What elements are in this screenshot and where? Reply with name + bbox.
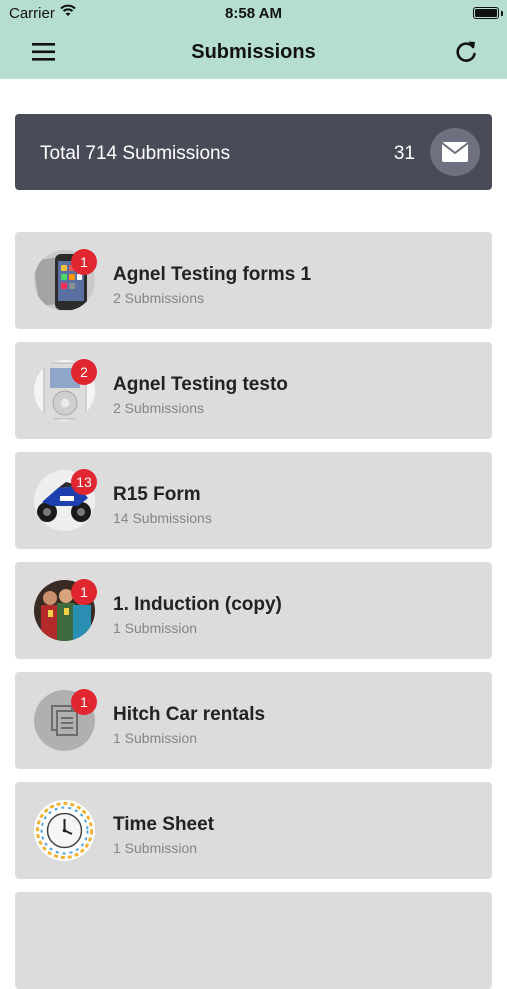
- total-submissions-label: Total 714 Submissions: [40, 143, 231, 164]
- form-title: Agnel Testing testo: [113, 374, 288, 395]
- form-title: Hitch Car rentals: [113, 704, 266, 725]
- app-header: Carrier 8:58 AM Submissions: [0, 0, 507, 79]
- total-submissions-card[interactable]: Total 714 Submissions 31: [15, 114, 492, 190]
- refresh-button[interactable]: [453, 38, 479, 66]
- submission-count: 14 Submissions: [113, 510, 212, 526]
- mail-icon: [442, 142, 468, 162]
- form-list-item[interactable]: 13 R15 Form 14 Submissions: [15, 452, 492, 549]
- battery-tip: [501, 11, 503, 16]
- form-list-item[interactable]: 1 Agnel Testing forms 1 2 Submissions: [15, 232, 492, 329]
- form-list-item[interactable]: 1 Hitch Car rentals 1 Submission: [15, 672, 492, 769]
- submission-count: 1 Submission: [113, 840, 198, 856]
- badge-count: 13: [71, 469, 97, 495]
- form-title: R15 Form: [113, 484, 201, 505]
- mail-button[interactable]: [430, 128, 480, 176]
- form-list-item[interactable]: [15, 892, 492, 989]
- submission-count: 2 Submissions: [113, 400, 205, 416]
- submission-count: 1 Submission: [113, 620, 198, 636]
- form-title: Time Sheet: [113, 814, 215, 835]
- badge-count: 1: [71, 579, 97, 605]
- badge-count: 2: [71, 359, 97, 385]
- page-title: Submissions: [191, 41, 316, 63]
- badge-count: 1: [71, 249, 97, 275]
- submission-count: 1 Submission: [113, 730, 198, 746]
- form-title: 1. Induction (copy): [113, 594, 282, 615]
- status-bar: Carrier 8:58 AM: [0, 0, 507, 28]
- refresh-icon: [456, 41, 476, 62]
- form-list-item[interactable]: 1 1. Induction (copy) 1 Submission: [15, 562, 492, 659]
- unread-count: 31: [393, 143, 415, 164]
- form-title: Agnel Testing forms 1: [113, 264, 312, 285]
- form-list-item[interactable]: Time Sheet 1 Submission: [15, 782, 492, 879]
- badge-count: 1: [71, 689, 97, 715]
- form-list-item[interactable]: 2 Agnel Testing testo 2 Submissions: [15, 342, 492, 439]
- status-time: 8:58 AM: [225, 5, 282, 22]
- clock-thumbnail: [34, 800, 95, 861]
- battery-icon: [473, 7, 499, 19]
- submission-count: 2 Submissions: [113, 290, 205, 306]
